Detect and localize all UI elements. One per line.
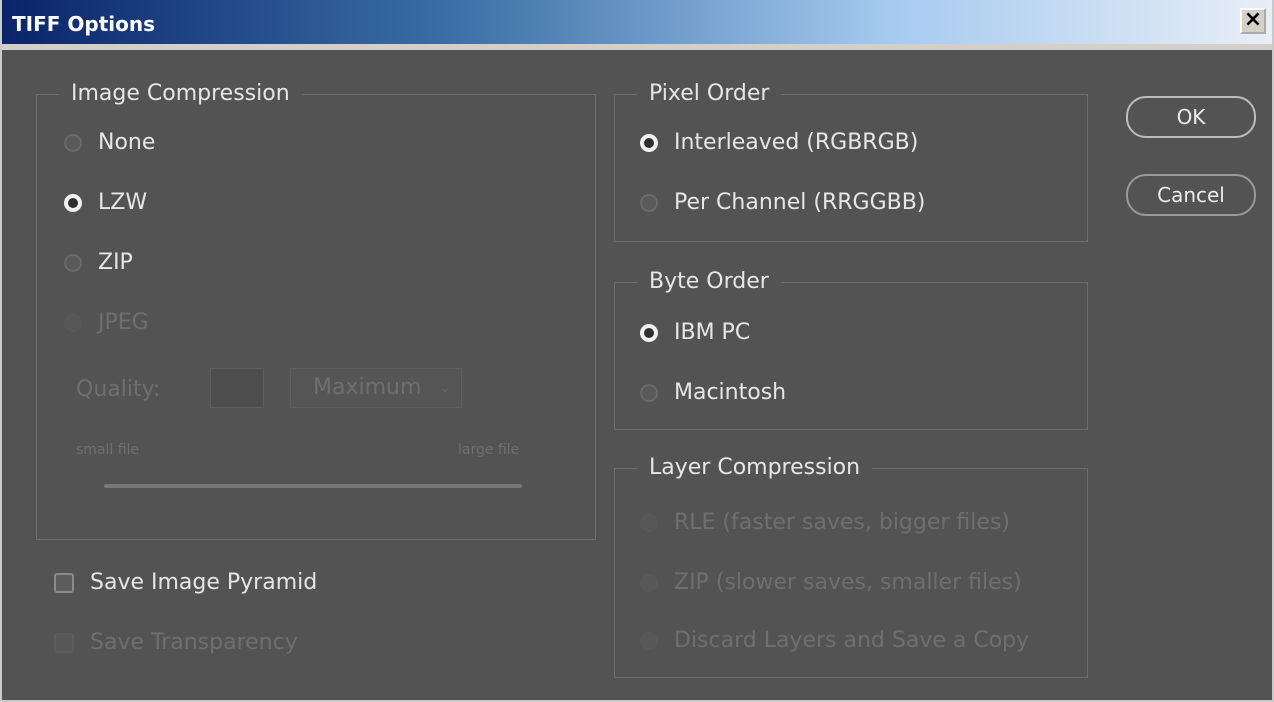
quality-select-value: Maximum xyxy=(313,375,422,400)
dialog-title: TIFF Options xyxy=(12,12,155,36)
radio-byte-macintosh[interactable]: Macintosh xyxy=(640,380,786,405)
radio-label: IBM PC xyxy=(674,320,751,345)
radio-label: Macintosh xyxy=(674,380,787,405)
radio-label: LZW xyxy=(98,190,148,215)
chevron-down-icon: ⌄ xyxy=(439,380,451,396)
pixel-order-group: Pixel Order xyxy=(614,77,1088,242)
radio-compression-zip[interactable]: ZIP xyxy=(64,250,133,275)
radio-checked-icon xyxy=(640,323,658,342)
layer-compression-legend: Layer Compression xyxy=(637,451,873,485)
cancel-button[interactable]: Cancel xyxy=(1126,174,1256,216)
large-file-label: large file xyxy=(458,442,520,458)
radio-checked-icon xyxy=(64,193,82,212)
checkbox-label: Save Transparency xyxy=(90,630,298,655)
radio-label: None xyxy=(98,130,156,155)
radio-layer-rle[interactable]: RLE (faster saves, bigger files) xyxy=(640,510,1010,535)
radio-icon xyxy=(64,253,82,272)
checkbox-save-transparency[interactable]: Save Transparency xyxy=(54,630,298,655)
byte-order-legend: Byte Order xyxy=(637,265,781,299)
radio-label: ZIP (slower saves, smaller files) xyxy=(674,570,1022,595)
close-button[interactable]: × xyxy=(1240,8,1266,34)
title-bar: TIFF Options × xyxy=(2,0,1272,50)
ok-button[interactable]: OK xyxy=(1126,96,1256,138)
radio-icon xyxy=(640,383,658,402)
checkbox-icon xyxy=(54,632,74,653)
byte-order-group: Byte Order xyxy=(614,265,1088,430)
quality-label: Quality: xyxy=(76,377,161,402)
radio-label: Per Channel (RRGGBB) xyxy=(674,190,926,215)
image-compression-legend: Image Compression xyxy=(59,77,302,111)
quality-slider[interactable] xyxy=(104,484,522,488)
radio-icon xyxy=(640,631,658,650)
pixel-order-legend: Pixel Order xyxy=(637,77,782,111)
radio-compression-lzw[interactable]: LZW xyxy=(64,190,147,215)
checkbox-icon xyxy=(54,572,74,593)
radio-label: Discard Layers and Save a Copy xyxy=(674,628,1030,653)
small-file-label: small file xyxy=(76,442,140,458)
radio-checked-icon xyxy=(640,133,658,152)
quality-select[interactable]: Maximum ⌄ xyxy=(290,368,462,408)
checkbox-label: Save Image Pyramid xyxy=(90,570,318,595)
radio-layer-zip[interactable]: ZIP (slower saves, smaller files) xyxy=(640,570,1022,595)
radio-icon xyxy=(64,133,82,152)
close-icon: × xyxy=(1243,7,1263,32)
radio-label: Interleaved (RGBRGB) xyxy=(674,130,919,155)
radio-compression-jpeg[interactable]: JPEG xyxy=(64,310,149,335)
tiff-options-dialog: TIFF Options × Image Compression None LZ… xyxy=(0,0,1274,702)
radio-label: JPEG xyxy=(98,310,149,335)
radio-label: ZIP xyxy=(98,250,133,275)
radio-icon xyxy=(640,193,658,212)
radio-icon xyxy=(64,313,82,332)
radio-compression-none[interactable]: None xyxy=(64,130,155,155)
radio-label: RLE (faster saves, bigger files) xyxy=(674,510,1010,535)
radio-icon xyxy=(640,573,658,592)
radio-byte-ibm-pc[interactable]: IBM PC xyxy=(640,320,750,345)
radio-pixel-per-channel[interactable]: Per Channel (RRGGBB) xyxy=(640,190,925,215)
radio-pixel-interleaved[interactable]: Interleaved (RGBRGB) xyxy=(640,130,918,155)
radio-icon xyxy=(640,513,658,532)
checkbox-save-image-pyramid[interactable]: Save Image Pyramid xyxy=(54,570,317,595)
radio-layer-discard[interactable]: Discard Layers and Save a Copy xyxy=(640,628,1029,653)
quality-input[interactable] xyxy=(210,368,264,408)
